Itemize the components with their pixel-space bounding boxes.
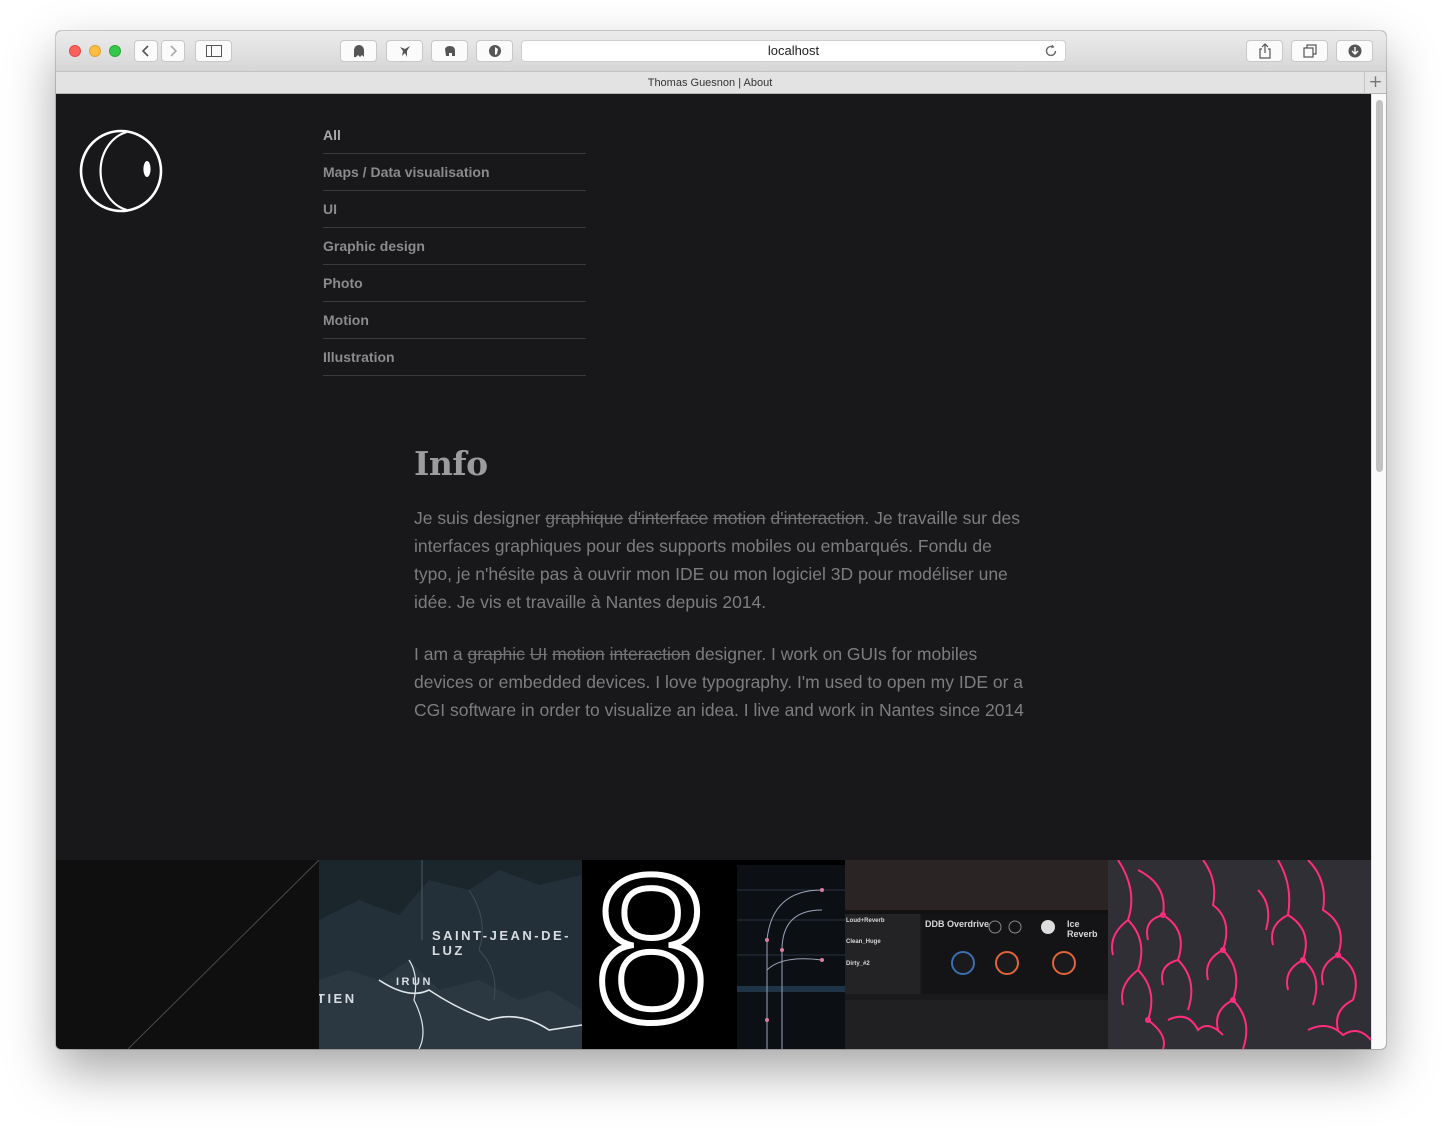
- nav-item-photo[interactable]: Photo: [323, 265, 586, 302]
- nav-item-maps[interactable]: Maps / Data visualisation: [323, 154, 586, 191]
- download-icon: [1348, 44, 1361, 58]
- extension-button-3[interactable]: [431, 40, 468, 62]
- tabs-icon: [1302, 44, 1317, 58]
- address-bar[interactable]: localhost: [521, 40, 1066, 62]
- scrollbar-thumb[interactable]: [1376, 100, 1383, 472]
- map-label-partial: TIEN: [319, 991, 357, 1006]
- forward-button[interactable]: [161, 40, 185, 62]
- page-content: All Maps / Data visualisation UI Graphic…: [56, 94, 1371, 1049]
- site-logo[interactable]: [79, 129, 163, 213]
- shield-icon: [488, 45, 501, 57]
- preset-item: Loud+Reverb: [846, 918, 885, 924]
- reload-icon[interactable]: [1043, 43, 1059, 59]
- audio-plugin-thumbnail: [845, 860, 1108, 1049]
- minimize-window-button[interactable]: [89, 45, 101, 57]
- nav-item-ui[interactable]: UI: [323, 191, 586, 228]
- category-nav: All Maps / Data visualisation UI Graphic…: [323, 117, 586, 376]
- nav-item-all[interactable]: All: [323, 117, 586, 154]
- gallery-tile-plugin-ui[interactable]: Loud+Reverb Clean_Huge Dirty_#2 DDB Over…: [845, 860, 1108, 1049]
- browser-window: localhost Thomas Guesnon | About + All M…: [56, 31, 1386, 1049]
- new-tab-button[interactable]: +: [1364, 72, 1386, 94]
- sidebar-icon: [205, 45, 222, 57]
- struck-word: graphic: [467, 644, 525, 664]
- elephant-icon: [444, 46, 455, 56]
- extension-button-2[interactable]: [386, 40, 423, 62]
- chevron-right-icon: [170, 45, 178, 57]
- illustration-thumbnail: [1108, 860, 1371, 1049]
- gallery-tile-illustration[interactable]: [1108, 860, 1371, 1049]
- extension-button-4[interactable]: [476, 40, 513, 62]
- ghost-icon: [353, 45, 364, 57]
- bio-english: I am a graphic UI motion interaction des…: [414, 640, 1024, 724]
- struck-word: interaction: [609, 644, 691, 664]
- info-section: Info Je suis designer graphique d'interf…: [414, 444, 1024, 748]
- diagonal-line-graphic: [127, 860, 319, 1049]
- project-gallery: SAINT-JEAN-DE-LUZ IRUN TIEN 8 Loud+Rever…: [56, 860, 1371, 1049]
- tab-bar: Thomas Guesnon | About +: [56, 71, 1386, 94]
- address-text: localhost: [767, 43, 820, 58]
- info-title: Info: [414, 444, 488, 483]
- downloads-button[interactable]: [1336, 40, 1373, 62]
- page-scrollbar[interactable]: [1371, 94, 1386, 1049]
- back-button[interactable]: [134, 40, 158, 62]
- browser-toolbar: localhost: [56, 31, 1386, 71]
- nav-item-graphic-design[interactable]: Graphic design: [323, 228, 586, 265]
- preset-item: Dirty_#2: [846, 961, 870, 967]
- type-glyph: 8: [590, 860, 713, 1049]
- tabs-overview-button[interactable]: [1291, 40, 1328, 62]
- gallery-tile-typography[interactable]: 8: [582, 860, 845, 1049]
- struck-word: motion: [713, 508, 766, 528]
- sidebar-button[interactable]: [195, 40, 232, 62]
- struck-word: motion: [552, 644, 605, 664]
- nav-item-illustration[interactable]: Illustration: [323, 339, 586, 376]
- struck-word: UI: [529, 644, 548, 664]
- extension-button-1[interactable]: [340, 40, 377, 62]
- close-window-button[interactable]: [69, 45, 81, 57]
- preset-item: Clean_Huge: [846, 939, 881, 945]
- gallery-tile-empty: [56, 860, 319, 1049]
- bio-en-prefix: I am a: [414, 644, 468, 664]
- bio-french: Je suis designer graphique d'interface m…: [414, 504, 1024, 616]
- bio-fr-prefix: Je suis designer: [414, 508, 546, 528]
- module-title-overdrive: DDB Overdrive: [925, 919, 990, 929]
- module-title-reverb: Ice Reverb: [1067, 919, 1098, 939]
- struck-word: d'interaction: [770, 508, 865, 528]
- nav-item-motion[interactable]: Motion: [323, 302, 586, 339]
- map-label-city: SAINT-JEAN-DE-LUZ: [432, 928, 572, 958]
- share-icon: [1258, 43, 1271, 59]
- struck-word: graphique: [545, 508, 624, 528]
- tab-title[interactable]: Thomas Guesnon | About: [56, 72, 1364, 94]
- chevron-left-icon: [141, 45, 149, 57]
- zoom-window-button[interactable]: [109, 45, 121, 57]
- bird-icon: [399, 46, 410, 57]
- share-button[interactable]: [1246, 40, 1283, 62]
- struck-word: d'interface: [628, 508, 709, 528]
- gallery-tile-map[interactable]: SAINT-JEAN-DE-LUZ IRUN TIEN: [319, 860, 582, 1049]
- map-label-irun: IRUN: [396, 976, 433, 988]
